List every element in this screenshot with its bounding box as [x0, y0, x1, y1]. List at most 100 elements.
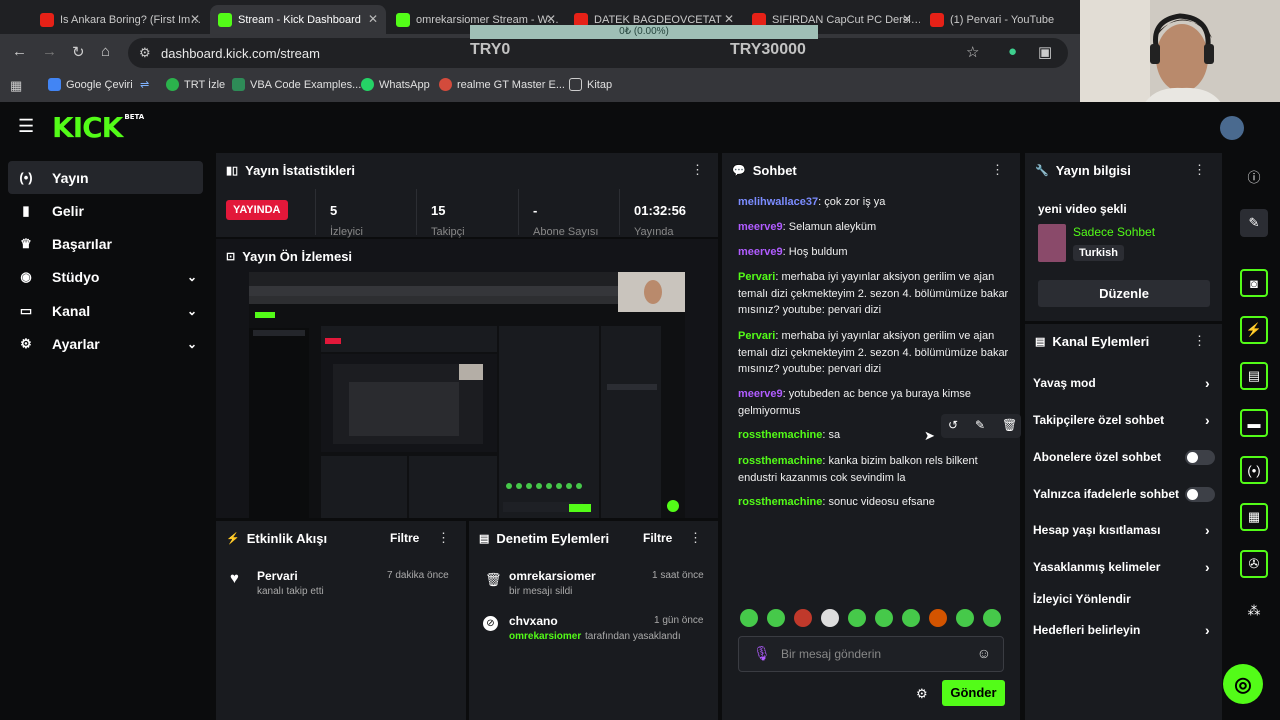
reload-icon[interactable]: ↻ — [72, 43, 85, 61]
home-icon[interactable]: ⌂ — [101, 43, 110, 60]
browser-tab-2[interactable]: Stream - Kick Dashboard ✕ — [210, 5, 386, 34]
bookmark-unknown-icon[interactable]: ⇌ — [140, 78, 149, 91]
close-icon[interactable]: ✕ — [546, 12, 556, 26]
sidebar-item-yayin[interactable]: (•) Yayın — [8, 161, 203, 194]
emote-icon[interactable] — [740, 609, 758, 627]
browser-tab-1[interactable]: Is Ankara Boring? (First Im… ✕ — [32, 5, 208, 34]
bookmark-whatsapp[interactable]: WhatsApp — [361, 78, 430, 91]
lightning-icon[interactable]: ⚡ — [1240, 316, 1268, 344]
url-bar[interactable]: ⚙ dashboard.kick.com/stream — [128, 38, 1068, 68]
raid-row[interactable]: İzleyici Yönlendir — [1033, 592, 1131, 606]
sidebar-item-studyo[interactable]: ◉ Stüdyo ⌄ — [8, 260, 203, 293]
moderation-user[interactable]: chvxano — [509, 614, 558, 628]
microphone-icon[interactable]: 🎙 — [753, 645, 771, 662]
close-icon[interactable]: ✕ — [902, 12, 912, 26]
wrench-icon[interactable]: ✇ — [1240, 550, 1268, 578]
chat-username[interactable]: Pervari — [738, 330, 775, 342]
pencil-icon[interactable]: ✎ — [1240, 209, 1268, 237]
chat-username[interactable]: rossthemachine — [738, 455, 822, 467]
emote-icon[interactable] — [848, 609, 866, 627]
moderation-user[interactable]: omrekarsiomer — [509, 569, 596, 583]
chat-message[interactable]: Pervari: merhaba iyi yayınlar aksiyon ge… — [738, 328, 1010, 378]
layout-icon[interactable]: ▦ — [1240, 503, 1268, 531]
support-chat-button[interactable]: ◎ — [1223, 664, 1263, 704]
timeout-icon[interactable]: ↺ — [948, 418, 958, 432]
extension-grammarly-icon[interactable]: ● — [1008, 43, 1017, 60]
more-options-icon[interactable]: ⋮ — [689, 530, 702, 546]
more-options-icon[interactable]: ⋮ — [691, 162, 704, 178]
more-options-icon[interactable]: ⋮ — [1193, 162, 1206, 178]
moderation-filter-button[interactable]: Filtre — [643, 531, 672, 545]
subscribers-only-toggle[interactable] — [1185, 450, 1215, 465]
emote-icon[interactable] — [956, 609, 974, 627]
bookmark-kitap[interactable]: Kitap — [569, 78, 612, 91]
edit-stream-button[interactable]: Düzenle — [1038, 280, 1210, 307]
back-icon[interactable]: ← — [12, 43, 27, 60]
chat-message[interactable]: meerve9: Selamun aleyküm — [738, 219, 1010, 236]
goals-row[interactable]: Hedefleri belirleyin › — [1033, 622, 1210, 638]
sidebar-item-kanal[interactable]: ▭ Kanal ⌄ — [8, 294, 203, 327]
pin-icon[interactable]: ✎ — [975, 418, 985, 432]
chat-username[interactable]: meerve9 — [738, 246, 783, 258]
chat-username[interactable]: meerve9 — [738, 388, 783, 400]
kick-logo[interactable]: KICK BETA — [52, 111, 144, 144]
emote-icon[interactable] — [794, 609, 812, 627]
chat-message[interactable]: rossthemachine: sonuc videosu efsane — [738, 494, 1010, 511]
sidebar-item-gelir[interactable]: ▮ Gelir — [8, 194, 203, 227]
chat-settings-icon[interactable]: ⚙ — [916, 686, 928, 702]
emoji-icon[interactable]: ☺ — [977, 645, 991, 661]
more-options-icon[interactable]: ⋮ — [991, 162, 1004, 178]
camera-icon[interactable]: ◙ — [1240, 269, 1268, 297]
chat-username[interactable]: Pervari — [738, 271, 775, 283]
menu-icon[interactable]: ☰ — [18, 116, 34, 137]
info-icon[interactable]: ⓘ — [1240, 162, 1268, 190]
close-icon[interactable]: ✕ — [190, 12, 200, 26]
delete-icon[interactable]: 🗑 — [1002, 418, 1017, 432]
chat-message[interactable]: meerve9: Hoş buldum — [738, 244, 1010, 261]
chat-message[interactable]: Pervari: merhaba iyi yayınlar aksiyon ge… — [738, 269, 1010, 319]
emote-icon[interactable] — [821, 609, 839, 627]
close-icon[interactable]: ✕ — [368, 12, 378, 26]
site-info-icon[interactable]: ⚙ — [139, 45, 151, 61]
banned-words-row[interactable]: Yasaklanmış kelimeler › — [1033, 559, 1210, 575]
chat-message[interactable]: melihwallace37: çok zor iş ya — [738, 194, 1010, 211]
document-icon[interactable]: ▤ — [1240, 362, 1268, 390]
bookmark-realme[interactable]: realme GT Master E... — [439, 78, 565, 91]
emote-icon[interactable] — [983, 609, 1001, 627]
share-icon[interactable]: ⁂ — [1240, 597, 1268, 625]
extensions-icon[interactable]: ▣ — [1038, 43, 1052, 61]
activity-user[interactable]: Pervari — [257, 569, 298, 583]
stream-category[interactable]: Sadece Sohbet — [1073, 225, 1155, 239]
avatar[interactable] — [1220, 116, 1244, 140]
emote-icon[interactable] — [902, 609, 920, 627]
chat-message[interactable]: rossthemachine: kanka bizim balkon rels … — [738, 453, 1010, 486]
chat-input[interactable]: 🎙 Bir mesaj gönderin ☺ — [738, 636, 1004, 672]
bookmark-vba[interactable]: VBA Code Examples... — [232, 78, 361, 91]
chat-username[interactable]: melihwallace37 — [738, 196, 818, 208]
star-icon[interactable]: ☆ — [966, 43, 979, 61]
apps-grid-icon[interactable]: ▦ — [10, 78, 22, 94]
account-age-row[interactable]: Hesap yaşı kısıtlaması › — [1033, 522, 1210, 538]
emote-only-toggle[interactable] — [1185, 487, 1215, 502]
chat-username[interactable]: rossthemachine — [738, 429, 822, 441]
bookmark-trt[interactable]: TRT İzle — [166, 78, 225, 91]
browser-tab-6[interactable]: (1) Pervari - YouTube — [922, 5, 1077, 34]
moderation-actor[interactable]: omrekarsiomer — [509, 631, 581, 642]
more-options-icon[interactable]: ⋮ — [1193, 333, 1206, 349]
more-options-icon[interactable]: ⋮ — [437, 530, 450, 546]
chat-username[interactable]: meerve9 — [738, 221, 783, 233]
chat-username[interactable]: rossthemachine — [738, 496, 822, 508]
sidebar-item-ayarlar[interactable]: ⚙ Ayarlar ⌄ — [8, 327, 203, 360]
bookmark-google-translate[interactable]: Google Çeviri — [48, 78, 133, 91]
send-button[interactable]: Gönder — [942, 680, 1005, 706]
chat-icon[interactable]: ▬ — [1240, 409, 1268, 437]
forward-icon[interactable]: → — [42, 43, 57, 60]
activity-filter-button[interactable]: Filtre — [390, 531, 419, 545]
stream-preview-video[interactable] — [249, 272, 685, 518]
broadcast-icon[interactable]: (•) — [1240, 456, 1268, 484]
close-icon[interactable]: ✕ — [724, 12, 734, 26]
sidebar-item-basarilar[interactable]: ♛ Başarılar — [8, 227, 203, 260]
slow-mode-row[interactable]: Yavaş mod › — [1033, 375, 1210, 391]
emote-icon[interactable] — [767, 609, 785, 627]
emote-icon[interactable] — [875, 609, 893, 627]
